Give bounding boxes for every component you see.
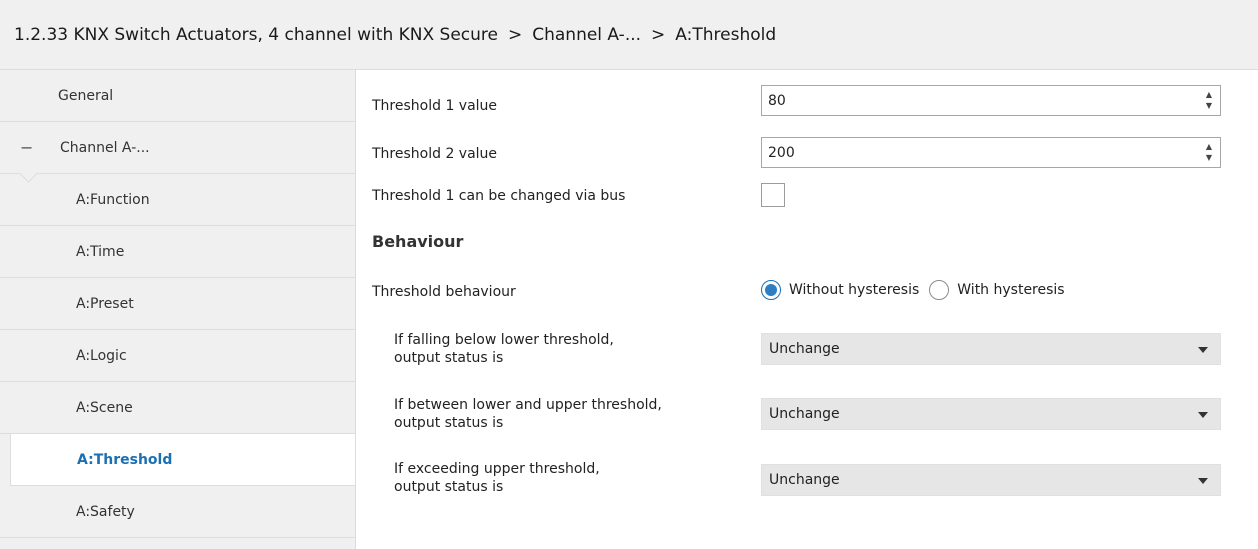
sidebar-item-label: Channel A-... bbox=[60, 139, 150, 156]
breadcrumb-channel[interactable]: Channel A-... bbox=[532, 25, 641, 45]
sidebar-item-safety[interactable]: A:Safety bbox=[0, 486, 355, 538]
sidebar-item-preset[interactable]: A:Preset bbox=[0, 278, 355, 330]
between-status-value: Unchange bbox=[769, 406, 840, 422]
behaviour-heading: Behaviour bbox=[372, 232, 464, 251]
breadcrumb-page: A:Threshold bbox=[675, 24, 777, 45]
sidebar-item-label: A:Preset bbox=[76, 295, 134, 312]
sidebar-item-label: A:Safety bbox=[76, 503, 135, 520]
radio-checked-icon bbox=[761, 280, 781, 300]
sidebar-item-logic[interactable]: A:Logic bbox=[0, 330, 355, 382]
behaviour-radio-group: Without hysteresis With hysteresis bbox=[761, 280, 1075, 300]
threshold2-label: Threshold 2 value bbox=[372, 145, 498, 162]
breadcrumb-separator: > bbox=[507, 24, 523, 45]
threshold2-row: Threshold 2 value bbox=[372, 138, 497, 169]
radio-label: With hysteresis bbox=[957, 282, 1065, 298]
between-label-line1: If between lower and upper threshold, bbox=[394, 397, 662, 413]
chevron-down-icon bbox=[1198, 412, 1208, 418]
changeable-row: Threshold 1 can be changed via bus bbox=[372, 183, 625, 209]
radio-unchecked-icon bbox=[929, 280, 950, 300]
sidebar-item-time[interactable]: A:Time bbox=[0, 226, 355, 278]
below-label: If falling below lower threshold, output… bbox=[372, 331, 614, 367]
breadcrumb-separator: > bbox=[651, 24, 666, 45]
changeable-label: Threshold 1 can be changed via bus bbox=[372, 188, 626, 204]
sidebar-item-scene[interactable]: A:Scene bbox=[0, 382, 355, 434]
below-label-line2: output status is bbox=[394, 350, 504, 366]
spinner-arrows-icon[interactable]: ▲ ▼ bbox=[1206, 141, 1212, 163]
breadcrumb: 1.2.33 KNX Switch Actuators, 4 channel w… bbox=[0, 0, 1258, 70]
sidebar-item-function[interactable]: A:Function bbox=[0, 174, 355, 226]
sidebar-item-label: A:Logic bbox=[76, 347, 127, 364]
exceeding-status-value: Unchange bbox=[769, 472, 840, 488]
between-status-select[interactable]: Unchange bbox=[761, 398, 1221, 430]
sidebar: General − Channel A-... A:Function A:Tim… bbox=[0, 70, 356, 549]
below-status-value: Unchange bbox=[769, 341, 840, 357]
behaviour-row: Threshold behaviour bbox=[372, 280, 516, 304]
sidebar-item-general[interactable]: General bbox=[0, 70, 355, 122]
sidebar-item-label: General bbox=[58, 87, 114, 104]
radio-with-hysteresis[interactable]: With hysteresis bbox=[929, 280, 1065, 300]
sidebar-item-label: A:Threshold bbox=[77, 451, 173, 468]
sidebar-item-label: A:Function bbox=[76, 191, 150, 208]
threshold1-value: 80 bbox=[768, 92, 786, 109]
sidebar-item-label: A:Time bbox=[76, 243, 125, 260]
exceeding-status-select[interactable]: Unchange bbox=[761, 464, 1221, 496]
threshold1-label: Threshold 1 value bbox=[372, 97, 498, 114]
exceeding-label-line2: output status is bbox=[394, 479, 504, 495]
chevron-down-icon bbox=[1198, 347, 1208, 353]
chevron-down-icon bbox=[1198, 478, 1208, 484]
exceeding-label: If exceeding upper threshold, output sta… bbox=[372, 460, 600, 496]
behaviour-label: Threshold behaviour bbox=[372, 284, 516, 300]
radio-without-hysteresis[interactable]: Without hysteresis bbox=[761, 280, 919, 300]
breadcrumb-device: 1.2.33 KNX Switch Actuators, 4 channel w… bbox=[14, 24, 498, 45]
sidebar-item-channel-a[interactable]: − Channel A-... bbox=[0, 122, 355, 174]
sidebar-item-threshold[interactable]: A:Threshold bbox=[10, 434, 355, 486]
below-status-select[interactable]: Unchange bbox=[761, 333, 1221, 365]
between-label: If between lower and upper threshold, ou… bbox=[372, 396, 662, 432]
below-label-line1: If falling below lower threshold, bbox=[394, 332, 614, 348]
sidebar-item-label: A:Scene bbox=[76, 399, 133, 416]
threshold1-stepper[interactable]: 80 ▲ ▼ bbox=[761, 85, 1221, 116]
spinner-arrows-icon[interactable]: ▲ ▼ bbox=[1206, 89, 1212, 111]
below-row: If falling below lower threshold, output… bbox=[372, 331, 614, 367]
minus-icon[interactable]: − bbox=[20, 138, 34, 157]
parameter-panel: Threshold 1 value 80 ▲ ▼ Threshold 2 valu… bbox=[356, 70, 1258, 549]
changeable-checkbox[interactable] bbox=[761, 183, 785, 207]
radio-label: Without hysteresis bbox=[789, 282, 920, 298]
between-label-line2: output status is bbox=[394, 415, 504, 431]
between-row: If between lower and upper threshold, ou… bbox=[372, 396, 662, 432]
exceeding-row: If exceeding upper threshold, output sta… bbox=[372, 460, 600, 496]
threshold2-value: 200 bbox=[768, 144, 795, 161]
threshold2-stepper[interactable]: 200 ▲ ▼ bbox=[761, 137, 1221, 168]
exceeding-label-line1: If exceeding upper threshold, bbox=[394, 461, 600, 477]
threshold1-row: Threshold 1 value bbox=[372, 90, 497, 121]
